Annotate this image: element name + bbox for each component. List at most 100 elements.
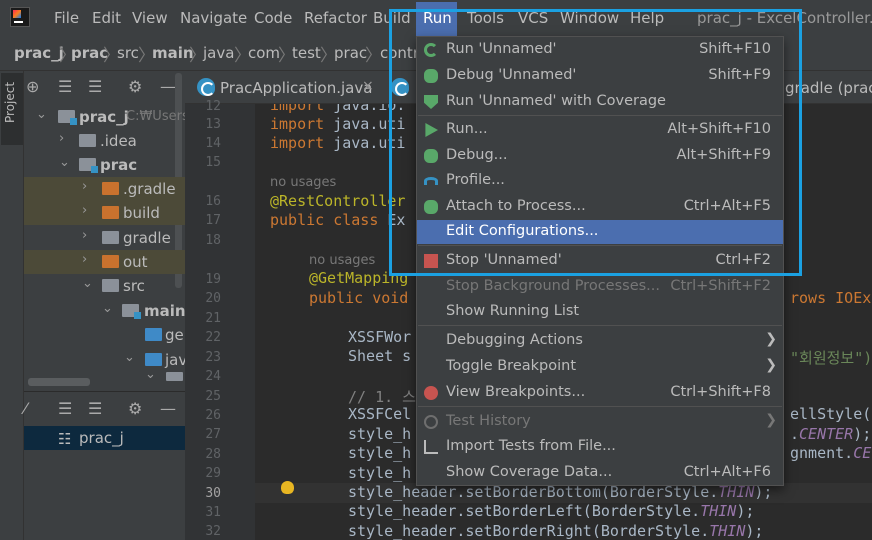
line-number: 19 — [205, 272, 221, 287]
line-number: 13 — [205, 117, 221, 132]
intellij-logo-icon — [10, 7, 30, 27]
menu-file[interactable]: File — [54, 9, 79, 27]
tree-label: out — [123, 253, 148, 271]
menu-view[interactable]: View — [132, 9, 168, 27]
annotation-highlight-box — [389, 9, 802, 276]
breadcrumb-item[interactable]: test — [292, 44, 321, 62]
gear-icon[interactable]: ⚙ — [128, 77, 142, 96]
project-tool-label: Project — [3, 81, 17, 123]
chevron-down-icon[interactable]: ⌄ — [36, 107, 47, 122]
line-number: 28 — [205, 447, 221, 462]
chevron-right-icon[interactable]: › — [82, 252, 87, 267]
breadcrumb-item[interactable]: com — [248, 44, 280, 62]
tree-item-build[interactable]: › build — [24, 201, 185, 225]
expand-all-icon[interactable]: ☰ — [58, 399, 72, 418]
line-number: 15 — [205, 155, 221, 170]
menu-show-running-list[interactable]: Show Running List — [417, 300, 783, 324]
history-icon — [424, 415, 438, 429]
menu-item-label: Debugging Actions — [446, 332, 583, 348]
code-line-28: style_h — [348, 444, 412, 462]
code-line-27: style_h — [348, 425, 412, 443]
expand-all-icon[interactable]: ☰ — [58, 77, 72, 96]
line-number: 22 — [205, 330, 221, 345]
tree-item-gradle-dir[interactable]: › .gradle — [24, 177, 185, 201]
usages-hint[interactable]: no usages — [270, 175, 336, 190]
tree-item-out[interactable]: › out — [24, 250, 185, 274]
tree-item-prac[interactable]: ⌄ prac — [24, 153, 185, 177]
breadcrumb-item[interactable]: prac — [334, 44, 367, 62]
chevron-down-icon[interactable]: ⌄ — [102, 301, 113, 316]
menu-debugging-actions[interactable]: Debugging Actions ❯ — [417, 329, 783, 353]
lightbulb-icon[interactable] — [281, 481, 294, 494]
menu-import-tests[interactable]: Import Tests from File... — [417, 435, 783, 459]
menu-show-coverage-data[interactable]: Show Coverage Data... Ctrl+Alt+F6 — [417, 461, 783, 485]
source-folder-icon — [145, 328, 162, 341]
menu-item-shortcut: Ctrl+Shift+F8 — [670, 384, 771, 400]
code-line-12: import java.io. — [270, 104, 406, 114]
line-number: 31 — [205, 505, 221, 520]
gear-icon[interactable]: ⚙ — [128, 399, 142, 418]
line-number: 20 — [205, 291, 221, 306]
pin-icon[interactable]: ⁄ — [24, 399, 27, 418]
tree-item-idea[interactable]: › .idea — [24, 129, 185, 153]
module-folder-icon — [122, 304, 141, 319]
tree-item-src[interactable]: ⌄ src — [24, 274, 185, 298]
chevron-down-icon[interactable]: ⌄ — [82, 276, 93, 291]
code-line-26: XSSFCel — [348, 405, 412, 423]
menu-item-label: Show Running List — [446, 303, 580, 319]
breadcrumb-item[interactable]: main — [152, 44, 194, 62]
chevron-right-icon[interactable]: › — [82, 203, 87, 218]
chevron-right-icon[interactable]: › — [59, 131, 64, 146]
structure-item[interactable]: ☷ prac_j — [24, 426, 185, 450]
line-number: 27 — [205, 427, 221, 442]
tree-item-java[interactable]: ⌄ java — [24, 348, 196, 372]
hide-icon[interactable]: — — [160, 399, 176, 418]
hide-icon[interactable]: — — [160, 77, 176, 96]
target-icon[interactable]: ⊕ — [26, 77, 39, 96]
code-line-14: import java.uti — [270, 134, 406, 152]
menu-edit[interactable]: Edit — [92, 9, 121, 27]
chevron-down-icon[interactable]: ⌄ — [124, 350, 135, 365]
tree-item-main[interactable]: ⌄ main — [24, 299, 186, 323]
project-h-scrollbar[interactable] — [28, 378, 90, 386]
project-panel: ⊕ ☰ ☰ ⚙ — ⌄ prac_j C:₩Users › .idea ⌄ pr… — [24, 71, 196, 540]
line-number: 21 — [205, 311, 221, 326]
code-line-20: public void — [309, 289, 409, 307]
tree-item-gradle[interactable]: › gradle — [24, 226, 185, 250]
close-icon[interactable]: × — [362, 78, 374, 94]
line-number-current: 30 — [205, 486, 221, 501]
line-number: 25 — [205, 389, 221, 404]
menu-navigate[interactable]: Navigate — [180, 9, 247, 27]
breadcrumb-item[interactable]: java — [203, 44, 234, 62]
menu-toggle-breakpoint[interactable]: Toggle Breakpoint ❯ — [417, 355, 783, 379]
line-number: 17 — [205, 213, 221, 228]
collapse-all-icon[interactable]: ☰ — [88, 399, 102, 418]
breadcrumb-item[interactable]: prac_j — [14, 44, 64, 62]
menu-item-label: Import Tests from File... — [446, 438, 616, 454]
folder-icon — [102, 279, 119, 292]
menu-stop-background-processes[interactable]: Stop Background Processes... Ctrl+Shift+… — [417, 275, 783, 299]
usages-hint[interactable]: no usages — [309, 253, 375, 268]
menu-code[interactable]: Code — [254, 9, 292, 27]
menu-item-label: View Breakpoints... — [446, 384, 586, 400]
menu-view-breakpoints[interactable]: View Breakpoints... Ctrl+Shift+F8 — [417, 381, 783, 405]
line-number: 24 — [205, 369, 221, 384]
menu-test-history[interactable]: Test History ❯ — [417, 410, 783, 434]
tree-item-prac-j[interactable]: ⌄ prac_j C:₩Users — [24, 105, 189, 129]
menu-refactor[interactable]: Refactor — [304, 9, 367, 27]
tree-label: main — [144, 302, 186, 320]
tree-label: src — [123, 277, 145, 295]
project-tool-tab[interactable]: Project — [1, 73, 23, 145]
chevron-down-icon[interactable]: ⌄ — [59, 155, 70, 170]
chevron-right-icon[interactable]: › — [82, 179, 87, 194]
menu-separator — [418, 406, 782, 407]
breadcrumb-item[interactable]: src — [117, 44, 139, 62]
line-number: 29 — [205, 466, 221, 481]
structure-label: prac_j — [79, 429, 124, 447]
tree-item-gen[interactable]: gen — [24, 323, 193, 347]
line-number: 14 — [205, 136, 221, 151]
chevron-down-icon: ⌄ — [145, 367, 156, 382]
collapse-all-icon[interactable]: ☰ — [88, 77, 102, 96]
chevron-right-icon[interactable]: › — [82, 228, 87, 243]
menu-separator — [418, 325, 782, 326]
